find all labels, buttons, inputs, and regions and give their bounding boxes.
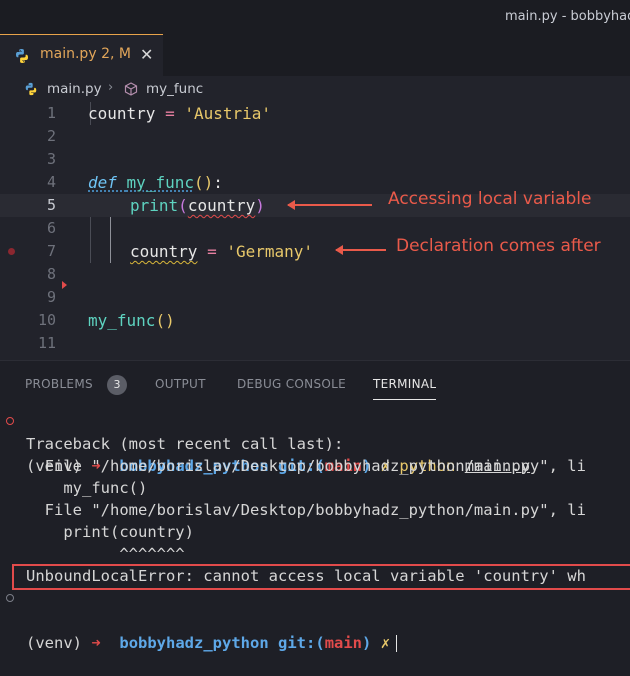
parens: () [193,173,214,192]
operator: = [165,104,175,123]
chevron-right-icon: › [108,80,114,95]
tab-status: 2, M [101,46,131,62]
tab-label: main.py 2, M [40,46,131,62]
cube-icon [124,82,138,96]
colon: : [213,173,223,192]
annotation-arrow [335,245,386,255]
terminal-line: ^^^^^^^ [26,545,185,563]
close-icon[interactable]: ✕ [140,45,153,64]
keyword: def [88,173,117,192]
code-line-2: 2 [0,125,630,148]
variable-error: country [187,196,256,215]
window-title: main.py - bobbyhadz [505,9,630,24]
paren-close: ) [255,196,265,215]
code-line-11: 11 [0,332,630,355]
annotation-access: Accessing local variable [388,189,592,209]
function-call: print [130,196,179,215]
command-status-icon [6,594,14,602]
string-literal: 'Austria' [184,104,272,123]
terminal-line: File "/home/borislav/Desktop/bobbyhadz_p… [26,501,586,519]
tab-bar: main.py 2, M ✕ [0,34,630,76]
tab-debug-console[interactable]: DEBUG CONSOLE [237,377,346,391]
breadcrumb: main.py › my_func [0,76,630,102]
annotation-arrow [287,200,372,210]
code-line-8: 8 [0,263,630,289]
line-number: 6 [46,219,56,237]
line-number: 10 [37,311,56,329]
terminal-line: File "/home/borislav/Desktop/bobbyhadz_p… [26,457,586,475]
line-number: 8 [46,265,56,283]
variable: country [88,104,156,123]
line-number: 7 [46,242,56,260]
code-editor[interactable]: 1 country = 'Austria' 2 3 4 def my_func(… [0,102,630,360]
code-line-1: 1 country = 'Austria' [0,102,630,125]
line-number: 4 [46,173,56,191]
line-number: 1 [46,104,56,122]
paren-open: ( [178,196,188,215]
problems-count-badge: 3 [107,375,127,395]
line-number: 5 [46,196,56,214]
python-icon [25,82,37,96]
line-number: 9 [46,288,56,306]
tab-output[interactable]: OUTPUT [155,377,206,391]
line-number: 11 [37,334,56,352]
command-error-icon [6,417,14,425]
operator: = [207,242,217,261]
parens: () [155,311,175,330]
code-line-9: 9 [0,286,630,309]
function-name: my_func [126,173,194,192]
tab-main-py[interactable]: main.py 2, M ✕ [0,34,163,76]
tab-terminal[interactable]: TERMINAL [373,377,437,400]
breadcrumb-file[interactable]: main.py [47,81,102,97]
function-call: my_func [88,311,156,330]
terminal-prompt: (venv) ➜ bobbyhadz_python git:(main) ✗ p… [0,411,630,475]
line-number: 2 [46,127,56,145]
annotation-declaration: Declaration comes after [396,236,601,256]
tab-problems[interactable]: PROBLEMS [25,377,93,391]
code-line-10: 10 my_func() [0,309,630,332]
python-icon [16,49,28,63]
error-highlight-box [12,564,630,590]
breadcrumb-symbol[interactable]: my_func [146,81,203,97]
terminal-line: print(country) [26,523,194,541]
terminal-line: my_func() [26,479,148,497]
terminal-line: Traceback (most recent call last): [26,435,344,453]
line-number: 3 [46,150,56,168]
string-literal: 'Germany' [226,242,314,261]
code-line-3: 3 [0,148,630,171]
terminal-prompt: (venv) ➜ bobbyhadz_python git:(main) ✗ [0,588,630,652]
variable-warning: country [130,242,198,261]
title-bar: main.py - bobbyhadz [0,0,630,34]
terminal-cursor [396,635,398,652]
